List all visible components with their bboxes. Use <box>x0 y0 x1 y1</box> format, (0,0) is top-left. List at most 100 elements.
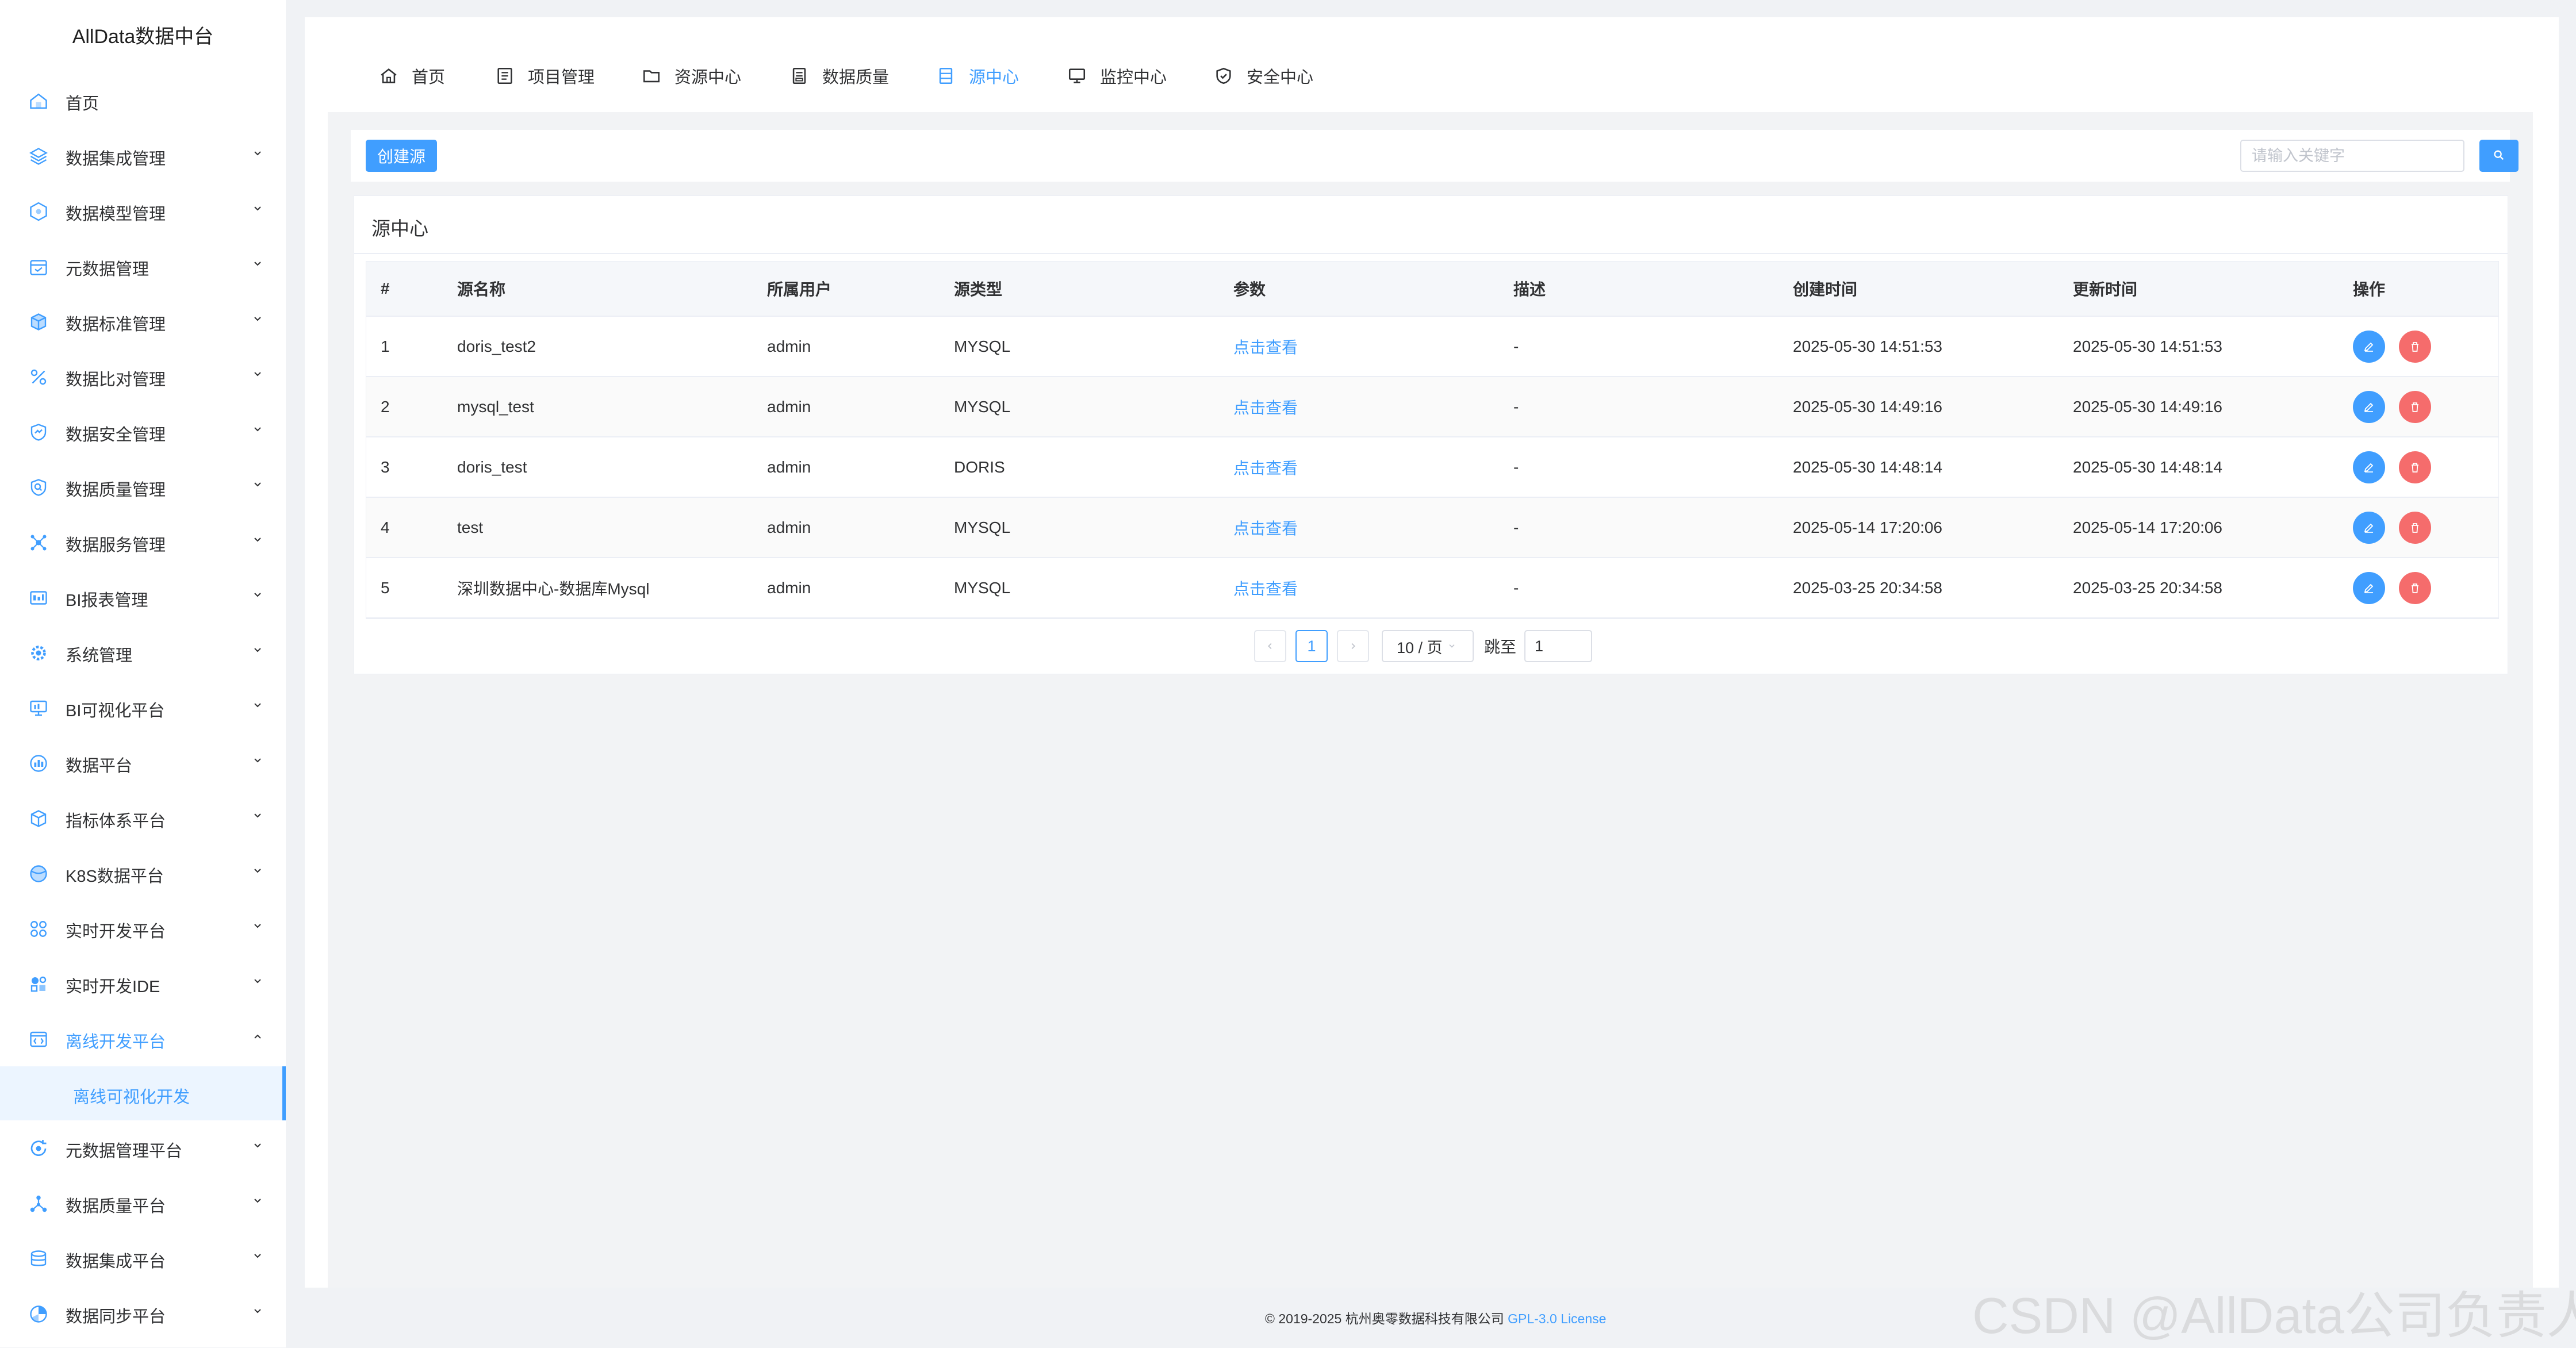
chevron-right-icon <box>1351 643 1355 650</box>
prev-page-button[interactable] <box>1254 630 1286 662</box>
sidebar-item-data-model[interactable]: 数据模型管理 <box>0 183 286 239</box>
delete-button[interactable] <box>2399 330 2431 363</box>
tab-datasource-center[interactable]: 源中心 <box>936 64 1019 87</box>
view-params-link[interactable]: 点击查看 <box>1233 317 1298 376</box>
sidebar-item-label: 实时开发平台 <box>66 923 166 941</box>
license-link[interactable]: GPL-3.0 License <box>1508 1311 1606 1326</box>
cell-index: 1 <box>381 337 390 355</box>
cell-name: doris_test <box>457 458 527 476</box>
tab-project-management[interactable]: 项目管理 <box>494 64 595 87</box>
sidebar-item-data-compare[interactable]: 数据比对管理 <box>0 349 286 404</box>
chart-box-icon <box>30 755 47 772</box>
edit-button[interactable] <box>2353 330 2385 363</box>
delete-button[interactable] <box>2399 451 2431 483</box>
search-icon <box>2494 150 2504 160</box>
tab-label: 监控中心 <box>1100 68 1167 87</box>
search-input[interactable] <box>2240 140 2464 172</box>
monitor-icon <box>1068 68 1086 83</box>
sidebar-item-offline-dev[interactable]: 离线开发平台 <box>0 1011 286 1066</box>
cell-created: 2025-03-25 20:34:58 <box>1793 578 1942 597</box>
sidebar-item-system[interactable]: 系统管理 <box>0 625 286 680</box>
sidebar-item-data-security[interactable]: 数据安全管理 <box>0 404 286 459</box>
content-area: 创建源 源中心 # 源名称 所属用户 源类型 参数 描述 创建时间 更新时间 <box>328 112 2533 1288</box>
delete-button[interactable] <box>2399 390 2431 423</box>
sidebar-item-metadata[interactable]: 元数据管理 <box>0 239 286 294</box>
cell-desc: - <box>1513 458 1519 476</box>
view-params-link[interactable]: 点击查看 <box>1233 377 1298 436</box>
sidebar-subitem-label: 离线可视化开发 <box>73 1088 190 1107</box>
cell-name: doris_test2 <box>457 337 536 355</box>
sidebar-item-home[interactable]: 首页 <box>0 73 286 128</box>
cell-index: 5 <box>381 578 390 597</box>
sidebar-item-label: 数据标准管理 <box>66 316 166 334</box>
sidebar-item-label: 首页 <box>66 95 99 113</box>
sidebar-item-k8s[interactable]: K8S数据平台 <box>0 846 286 901</box>
sidebar-item-quality-platform[interactable]: 数据质量平台 <box>0 1176 286 1231</box>
cell-created: 2025-05-30 14:51:53 <box>1793 337 1942 355</box>
cell-user: admin <box>767 458 811 476</box>
cell-index: 2 <box>381 397 390 416</box>
cell-created: 2025-05-14 17:20:06 <box>1793 518 1942 536</box>
sidebar-subitem-offline-visual-dev[interactable]: 离线可视化开发 <box>0 1066 286 1120</box>
sidebar-item-bi-visual[interactable]: BI可视化平台 <box>0 680 286 735</box>
sidebar-menu: 首页 数据集成管理 数据模型管理 元数据管理 数据标准管理 数据比对管理 数据安… <box>0 73 286 1341</box>
jump-page-input[interactable]: 1 <box>1524 630 1593 662</box>
sidebar-item-label: BI报表管理 <box>66 592 148 610</box>
jump-label: 跳至 <box>1484 638 1517 656</box>
sidebar-item-metric-system[interactable]: 指标体系平台 <box>0 790 286 846</box>
chevron-down-icon <box>254 648 261 652</box>
sidebar-item-bi-report[interactable]: BI报表管理 <box>0 570 286 625</box>
chevron-down-icon <box>254 813 261 818</box>
sidebar-item-realtime-ide[interactable]: 实时开发IDE <box>0 956 286 1011</box>
cell-updated: 2025-05-30 14:51:53 <box>2073 337 2222 355</box>
sidebar-item-label: 数据服务管理 <box>66 536 166 555</box>
sidebar-item-realtime-dev[interactable]: 实时开发平台 <box>0 901 286 956</box>
sidebar-item-label: 数据质量管理 <box>66 481 166 500</box>
delete-button[interactable] <box>2399 511 2431 544</box>
view-params-link[interactable]: 点击查看 <box>1233 498 1298 557</box>
sidebar-item-label: 系统管理 <box>66 647 133 665</box>
edit-button[interactable] <box>2353 511 2385 544</box>
sidebar-item-data-integration[interactable]: 数据集成管理 <box>0 128 286 183</box>
four-circles-icon <box>30 921 47 937</box>
search-button[interactable] <box>2479 140 2518 172</box>
delete-icon <box>2412 341 2418 352</box>
chevron-down-icon <box>254 427 261 432</box>
datasource-card: 源中心 # 源名称 所属用户 源类型 参数 描述 创建时间 更新时间 操作 1 … <box>354 195 2508 674</box>
create-source-button[interactable]: 创建源 <box>366 140 437 172</box>
view-params-link[interactable]: 点击查看 <box>1233 437 1298 497</box>
divider <box>354 253 2508 254</box>
tab-data-quality[interactable]: 数据质量 <box>789 64 889 87</box>
tab-resource-center[interactable]: 资源中心 <box>641 64 741 87</box>
page-number[interactable]: 1 <box>1295 630 1328 662</box>
tab-security-center[interactable]: 安全中心 <box>1213 64 1313 87</box>
chevron-down-icon <box>254 482 261 487</box>
cell-user: admin <box>767 578 811 597</box>
sidebar-item-data-quality[interactable]: 数据质量管理 <box>0 459 286 514</box>
shield-check-icon <box>1216 67 1231 85</box>
edit-button[interactable] <box>2353 390 2385 423</box>
edit-button[interactable] <box>2353 571 2385 604</box>
sidebar-item-label: 实时开发IDE <box>66 978 160 996</box>
next-page-button[interactable] <box>1337 630 1369 662</box>
tab-home[interactable]: 首页 <box>378 64 445 87</box>
tab-monitor-center[interactable]: 监控中心 <box>1067 64 1167 87</box>
chevron-down-icon <box>254 703 261 708</box>
sidebar-item-label: 离线开发平台 <box>66 1033 166 1051</box>
cell-name: 深圳数据中心-数据库Mysql <box>457 579 650 598</box>
home-icon <box>381 68 397 83</box>
sidebar-item-label: 元数据管理平台 <box>66 1142 183 1161</box>
shield-chart-icon <box>30 424 47 441</box>
sidebar-item-data-standard[interactable]: 数据标准管理 <box>0 294 286 349</box>
sidebar-item-metadata-platform[interactable]: 元数据管理平台 <box>0 1120 286 1176</box>
page-size-select[interactable]: 10 / 页 <box>1382 630 1474 662</box>
watermark: CSDN @AllData公司负责人 <box>1972 1287 2576 1344</box>
sidebar-item-data-platform[interactable]: 数据平台 <box>0 735 286 790</box>
sidebar-item-label: 元数据管理 <box>66 260 150 279</box>
view-params-link[interactable]: 点击查看 <box>1233 558 1298 617</box>
sidebar-item-integration-platform[interactable]: 数据集成平台 <box>0 1231 286 1286</box>
sidebar-item-sync-platform[interactable]: 数据同步平台 <box>0 1286 286 1341</box>
edit-button[interactable] <box>2353 451 2385 483</box>
delete-button[interactable] <box>2399 571 2431 604</box>
sidebar-item-data-service[interactable]: 数据服务管理 <box>0 514 286 570</box>
